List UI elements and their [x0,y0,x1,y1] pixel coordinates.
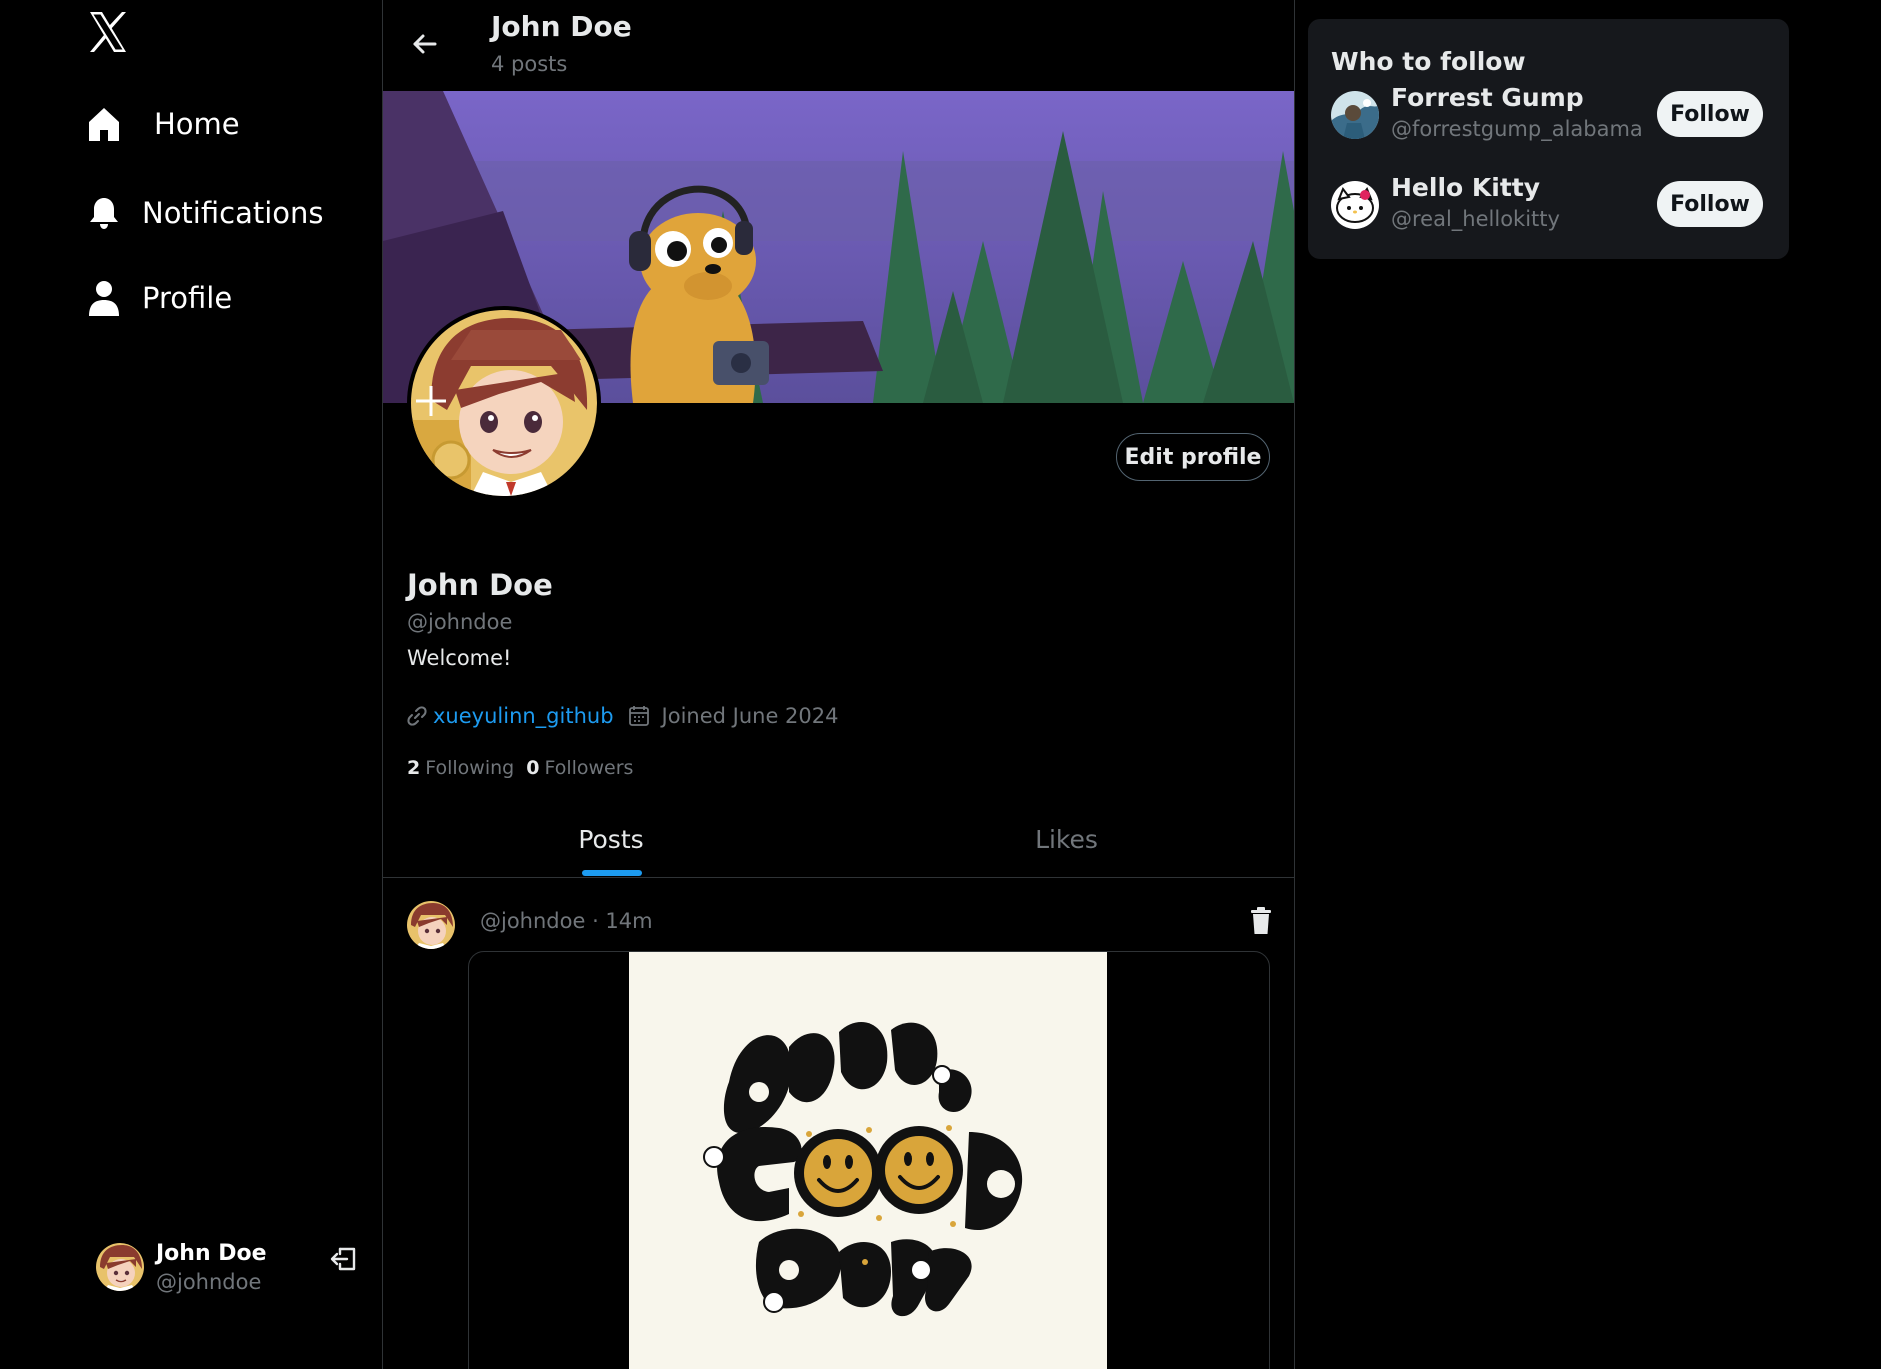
link-icon [407,706,427,726]
account-name: John Doe [156,1240,267,1266]
nav-item-profile[interactable]: Profile [84,278,232,318]
x-logo-icon[interactable] [84,8,132,56]
profile-joined-date: Joined June 2024 [661,704,839,728]
profile-header: John Doe 4 posts [383,0,1294,90]
edit-profile-button[interactable]: Edit profile [1116,433,1270,481]
followers-count: 0 [526,757,540,779]
following-count: 2 [407,757,421,779]
calendar-icon [628,705,650,727]
tab-posts-label: Posts [578,824,644,854]
following-stat[interactable]: 2 Following [407,757,514,779]
avatar [1331,181,1379,229]
profile-website-link[interactable]: xueyulinn_github [433,704,614,728]
suggested-user[interactable]: Hello Kitty @real_hellokitty Follow [1331,173,1771,237]
post-image [629,952,1107,1369]
main-column: John Doe 4 posts Edit profile John Doe @… [383,0,1295,1369]
suggested-user-handle: @forrestgump_alabama [1391,117,1643,141]
active-tab-indicator [582,870,642,876]
post-author-avatar[interactable] [407,901,455,949]
logout-icon[interactable] [330,1245,358,1273]
profile-bio: Welcome! [407,646,512,670]
back-arrow-icon[interactable] [407,26,443,62]
post-meta: @johndoe · 14m [480,909,653,933]
suggested-user-name[interactable]: Forrest Gump [1391,83,1584,112]
trash-icon[interactable] [1243,903,1279,939]
nav-label-home: Home [154,107,240,141]
suggested-user[interactable]: Forrest Gump @forrestgump_alabama Follow [1331,83,1771,147]
profile-tabs: Posts Likes [383,800,1294,878]
who-to-follow-title: Who to follow [1331,47,1526,76]
tab-likes[interactable]: Likes [839,800,1294,878]
home-icon [84,104,124,144]
suggested-user-handle: @real_hellokitty [1391,207,1560,231]
account-handle: @johndoe [156,1269,262,1294]
app: Home Notifications Profile John Doe @joh… [0,0,1881,1369]
avatar [1331,91,1379,139]
post-media[interactable] [468,951,1270,1369]
followers-label: Followers [544,757,634,779]
profile-stats: 2 Following 0 Followers [407,757,645,779]
profile-name: John Doe [407,568,553,602]
post-item[interactable]: @johndoe · 14m [383,879,1294,1369]
nav-item-home[interactable]: Home [84,104,240,144]
tab-likes-label: Likes [1035,824,1098,854]
page-title: John Doe [491,10,632,43]
nav-label-notifications: Notifications [142,196,324,230]
bell-icon [84,193,124,233]
left-sidebar: Home Notifications Profile John Doe @joh… [0,0,383,1369]
who-to-follow-panel: Who to follow Forrest Gump @forrestgump_… [1308,19,1789,259]
nav-label-profile: Profile [142,281,233,315]
avatar [96,1243,144,1291]
user-icon [84,278,124,318]
follow-button[interactable]: Follow [1657,91,1763,137]
followers-stat[interactable]: 0 Followers [526,757,633,779]
profile-handle: @johndoe [407,610,513,634]
account-switcher[interactable]: John Doe @johndoe [96,1237,366,1297]
profile-avatar[interactable] [407,306,601,500]
account-text: John Doe @johndoe [156,1241,267,1294]
following-label: Following [425,757,515,779]
tab-posts[interactable]: Posts [383,800,839,878]
post-count: 4 posts [491,52,568,76]
nav-item-notifications[interactable]: Notifications [84,193,324,233]
suggested-user-name[interactable]: Hello Kitty [1391,173,1540,202]
profile-meta: xueyulinn_github Joined June 2024 [407,704,839,728]
follow-button[interactable]: Follow [1657,181,1763,227]
